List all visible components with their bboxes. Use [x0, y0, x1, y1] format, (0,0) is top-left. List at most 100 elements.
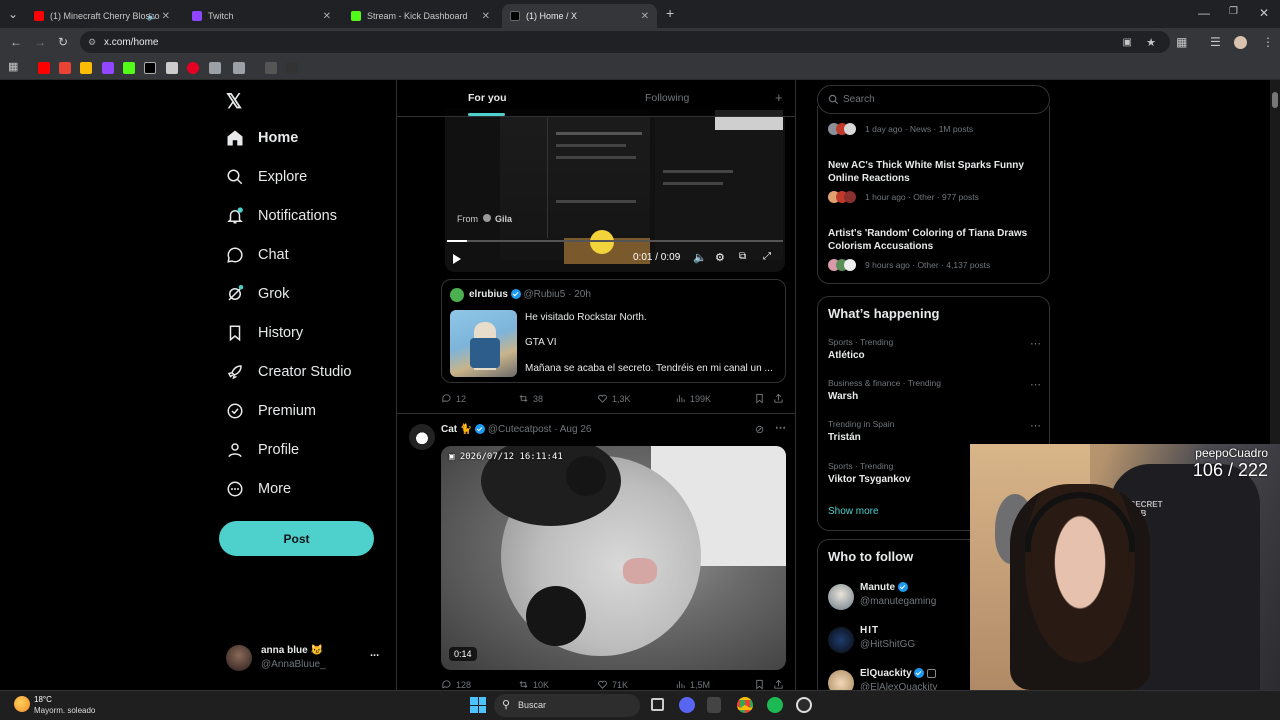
- close-icon[interactable]: ✕: [482, 11, 490, 22]
- author-name[interactable]: Cat 🐈: [441, 424, 472, 435]
- new-tab-button[interactable]: +: [666, 5, 674, 21]
- like-button[interactable]: 71K: [597, 679, 628, 690]
- media-icon[interactable]: ☰: [1210, 35, 1221, 49]
- weather-widget[interactable]: 18°C Mayorm. soleado: [12, 694, 112, 718]
- bookmark-folder-icon[interactable]: [209, 62, 221, 74]
- reply-button[interactable]: 12: [441, 393, 466, 404]
- sidebar-item-profile[interactable]: Profile: [226, 441, 299, 459]
- more-icon[interactable]: ⋯: [775, 421, 786, 434]
- bookmark-button[interactable]: [754, 679, 769, 690]
- trend-item[interactable]: Business & finance · Trending Warsh ⋯: [828, 378, 1043, 402]
- tweet-thumbnail[interactable]: [450, 310, 517, 377]
- bookmark-site-icon[interactable]: [286, 62, 298, 74]
- spotify-icon[interactable]: [767, 697, 783, 713]
- forward-icon[interactable]: →: [34, 35, 46, 49]
- bookmark-chatgpt-icon[interactable]: [166, 62, 178, 74]
- views-button[interactable]: 1,5M: [675, 679, 710, 690]
- progress-bar[interactable]: [447, 240, 783, 242]
- avatar[interactable]: [409, 424, 435, 450]
- cast-icon[interactable]: ▣: [1123, 37, 1132, 48]
- reply-button[interactable]: 128: [441, 679, 471, 690]
- close-icon[interactable]: ✕: [641, 11, 649, 22]
- bookmark-kick-icon[interactable]: [123, 62, 135, 74]
- restore-icon[interactable]: ❐: [1229, 6, 1238, 17]
- volume-icon[interactable]: 🔈: [693, 251, 707, 264]
- tab-youtube[interactable]: (1) Minecraft Cherry Blosso 🔈 ✕: [26, 4, 178, 28]
- bookmark-drive-icon[interactable]: [80, 62, 92, 74]
- news-item[interactable]: Artist's 'Random' Coloring of Tiana Draw…: [828, 227, 1043, 271]
- tab-kick[interactable]: Stream - Kick Dashboard ✕: [343, 4, 498, 28]
- settings-icon[interactable]: ⚙: [715, 251, 725, 264]
- author-handle[interactable]: @Cutecatpost: [488, 424, 552, 435]
- back-icon[interactable]: ←: [10, 35, 22, 49]
- fullscreen-icon[interactable]: ⤢: [763, 251, 771, 262]
- quoted-tweet[interactable]: elrubius @Rubiu5 · 20h He visitado Rocks…: [441, 279, 786, 383]
- discord-icon[interactable]: [679, 697, 695, 713]
- bookmark-gmail-icon[interactable]: [59, 62, 71, 74]
- task-view-icon[interactable]: [651, 698, 664, 711]
- tab-x-home[interactable]: (1) Home / X ✕: [502, 4, 657, 28]
- trend-item[interactable]: Sports · Trending Atlético ⋯: [828, 337, 1043, 361]
- share-button[interactable]: [773, 679, 788, 690]
- account-more-icon[interactable]: ...: [370, 647, 379, 659]
- share-button[interactable]: [773, 393, 788, 404]
- bookmark-folder-icon[interactable]: [233, 62, 245, 74]
- bookmark-button[interactable]: [754, 393, 769, 404]
- tab-following[interactable]: Following: [645, 92, 689, 104]
- grok-icon[interactable]: ⊘: [755, 423, 764, 436]
- more-icon[interactable]: ⋯: [1030, 419, 1041, 432]
- sidebar-item-premium[interactable]: Premium: [226, 402, 316, 420]
- like-button[interactable]: 1,3K: [597, 393, 631, 404]
- news-item[interactable]: New AC's Thick White Mist Sparks Funny O…: [828, 159, 1043, 203]
- close-window-icon[interactable]: ✕: [1259, 6, 1269, 20]
- tab-for-you[interactable]: For you: [468, 92, 507, 104]
- sidebar-item-home[interactable]: Home: [226, 129, 298, 147]
- taskbar-search[interactable]: ⚲ Buscar: [494, 694, 640, 717]
- video-player[interactable]: From Gila 0:01 / 0:09 🔈 ⚙ ⧉ ⤢: [445, 108, 785, 272]
- x-logo-icon[interactable]: 𝕏: [226, 89, 242, 114]
- chrome-icon[interactable]: [737, 697, 753, 713]
- retweet-button[interactable]: 38: [518, 393, 543, 404]
- start-button[interactable]: [470, 697, 486, 713]
- retweet-button[interactable]: 10K: [518, 679, 549, 690]
- show-more-link[interactable]: Show more: [828, 506, 879, 517]
- sidebar-item-notifications[interactable]: Notifications: [226, 207, 337, 225]
- views-button[interactable]: 199K: [675, 393, 711, 404]
- account-switcher[interactable]: anna blue 😼 @AnnaBluue_ ...: [226, 643, 386, 675]
- pip-icon[interactable]: ⧉: [739, 251, 746, 262]
- tab-twitch[interactable]: Twitch ✕: [184, 4, 339, 28]
- add-tab-button[interactable]: +: [775, 90, 783, 105]
- obs-icon[interactable]: [796, 697, 812, 713]
- tweet-video[interactable]: ▣ 2026/07/12 16:11:41 0:14: [441, 446, 786, 670]
- reload-icon[interactable]: ↻: [58, 35, 68, 49]
- play-icon[interactable]: [453, 254, 461, 264]
- scrollbar-thumb[interactable]: [1272, 92, 1278, 108]
- more-icon[interactable]: ⋯: [1030, 378, 1041, 391]
- sidebar-item-more[interactable]: More: [226, 480, 291, 498]
- star-icon[interactable]: ★: [1146, 36, 1156, 49]
- trend-item[interactable]: Trending in Spain Tristán ⋯: [828, 419, 1043, 443]
- url-field[interactable]: ⚙ x.com/home ▣ ★: [80, 31, 1170, 53]
- sidebar-item-grok[interactable]: Grok: [226, 285, 289, 303]
- post-button[interactable]: Post: [219, 521, 374, 556]
- sidebar-item-creator-studio[interactable]: Creator Studio: [226, 363, 352, 381]
- site-info-icon[interactable]: ⚙: [88, 37, 96, 48]
- bookmark-youtube-icon[interactable]: [38, 62, 50, 74]
- tab-list-icon[interactable]: ⌄: [8, 7, 18, 21]
- extensions-icon[interactable]: ▦: [1176, 35, 1187, 49]
- profile-avatar[interactable]: [1234, 36, 1247, 49]
- bookmark-x-icon[interactable]: [144, 62, 156, 74]
- menu-icon[interactable]: ⋮: [1262, 35, 1274, 49]
- sidebar-item-chat[interactable]: Chat: [226, 246, 289, 264]
- close-icon[interactable]: ✕: [162, 11, 170, 22]
- bookmark-twitch-icon[interactable]: [102, 62, 114, 74]
- close-icon[interactable]: ✕: [323, 11, 331, 22]
- bookmark-pinterest-icon[interactable]: [187, 62, 199, 74]
- app-icon[interactable]: [707, 697, 721, 713]
- apps-icon[interactable]: ▦: [8, 60, 18, 73]
- minimize-icon[interactable]: —: [1198, 6, 1210, 20]
- more-icon[interactable]: ⋯: [1030, 337, 1041, 350]
- sidebar-item-explore[interactable]: Explore: [226, 168, 307, 186]
- bookmark-site-icon[interactable]: [265, 62, 277, 74]
- sidebar-item-history[interactable]: History: [226, 324, 303, 342]
